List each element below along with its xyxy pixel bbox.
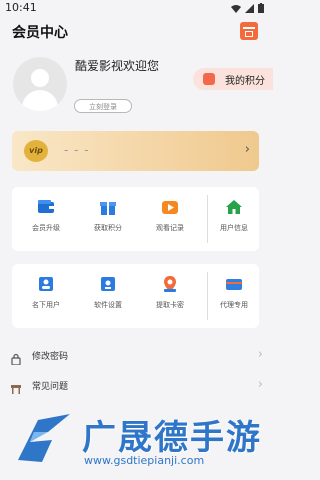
grid-label: 获取积分 — [94, 224, 122, 232]
signal-icon — [245, 3, 254, 13]
desk-icon — [10, 380, 22, 394]
login-button[interactable]: 立刻登录 — [74, 99, 132, 113]
gift-box-icon — [99, 198, 117, 216]
grid-label: 会员升级 — [32, 224, 60, 232]
grid-item-settings[interactable]: 软件设置 — [83, 275, 133, 310]
my-points-button[interactable]: 我的积分 — [193, 68, 273, 90]
vip-banner[interactable]: vip - - - › — [12, 131, 259, 171]
chevron-right-icon: › — [244, 142, 250, 157]
gift-icon[interactable] — [240, 22, 258, 40]
grid-label: 代理专用 — [220, 301, 248, 309]
grid-item-vip-upgrade[interactable]: 会员升级 — [21, 198, 71, 233]
grid-label: 名下用户 — [32, 301, 60, 309]
welcome-text: 酷爱影视欢迎您 — [75, 59, 160, 73]
status-time: 10:41 — [5, 1, 37, 14]
home-icon — [225, 198, 243, 216]
chevron-right-icon: › — [257, 347, 263, 362]
grid-label: 观看记录 — [156, 224, 184, 232]
wifi-icon — [231, 4, 241, 13]
status-icons — [231, 3, 264, 13]
grid-item-get-points[interactable]: 获取积分 — [83, 198, 133, 233]
grid-label: 提取卡密 — [156, 301, 184, 309]
watermark-logo-icon — [18, 414, 70, 462]
card-icon — [225, 275, 243, 293]
service-grid-1: 会员升级 获取积分 观看记录 用户信息 — [12, 187, 259, 251]
menu-item-faq[interactable]: 常见问题 › — [0, 373, 270, 401]
watermark-url: www.gsdtiepianji.com — [84, 454, 205, 467]
grid-item-watch-history[interactable]: 观看记录 — [145, 198, 195, 233]
menu-label: 常见问题 — [32, 382, 69, 392]
points-label: 我的积分 — [225, 76, 265, 87]
grid-item-my-users[interactable]: 名下用户 — [21, 275, 71, 310]
header: 会员中心 — [0, 18, 270, 46]
divider — [207, 195, 208, 243]
chevron-right-icon: › — [257, 377, 263, 392]
divider — [207, 272, 208, 320]
wallet-icon — [37, 198, 55, 216]
grid-item-user-info[interactable]: 用户信息 — [209, 198, 259, 233]
location-icon — [161, 275, 179, 293]
page-title: 会员中心 — [12, 25, 68, 41]
avatar[interactable] — [13, 57, 67, 111]
menu-item-change-password[interactable]: 修改密码 › — [0, 343, 270, 371]
grid-label: 软件设置 — [94, 301, 122, 309]
watermark-text: 广晟德手游 — [82, 418, 262, 458]
vip-badge-icon: vip — [24, 140, 48, 162]
service-grid-2: 名下用户 软件设置 提取卡密 代理专用 — [12, 264, 259, 328]
points-icon — [203, 73, 215, 85]
status-bar: 10:41 — [0, 0, 270, 16]
play-record-icon — [161, 198, 179, 216]
vip-placeholder: - - - — [64, 143, 90, 157]
grid-label: 用户信息 — [220, 224, 248, 232]
users-icon — [37, 275, 55, 293]
battery-icon — [258, 3, 264, 13]
grid-item-extract-card[interactable]: 提取卡密 — [145, 275, 195, 310]
lock-icon — [10, 350, 22, 366]
grid-item-agent[interactable]: 代理专用 — [209, 275, 259, 310]
menu-label: 修改密码 — [32, 352, 69, 362]
watermark: 广晟德手游 www.gsdtiepianji.com — [8, 406, 270, 478]
settings-icon — [99, 275, 117, 293]
